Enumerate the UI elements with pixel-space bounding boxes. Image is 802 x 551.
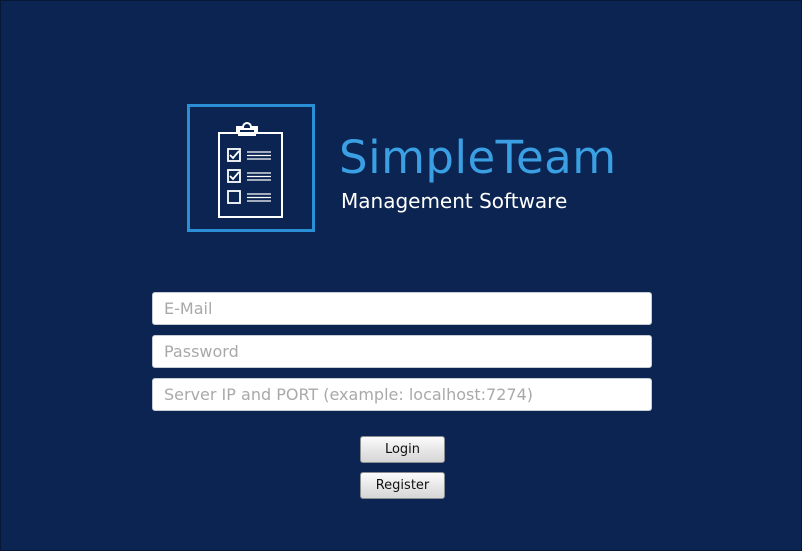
app-subtitle: Management Software <box>341 189 568 213</box>
login-window: SimpleTeam Management Software Login Reg… <box>0 0 802 551</box>
app-title: SimpleTeam <box>339 131 617 184</box>
server-address-input[interactable] <box>152 378 652 411</box>
app-logo <box>187 104 315 232</box>
password-input[interactable] <box>152 335 652 368</box>
login-button[interactable]: Login <box>360 436 445 463</box>
clipboard-checklist-icon <box>218 122 283 218</box>
register-button[interactable]: Register <box>360 472 445 499</box>
email-input[interactable] <box>152 292 652 325</box>
